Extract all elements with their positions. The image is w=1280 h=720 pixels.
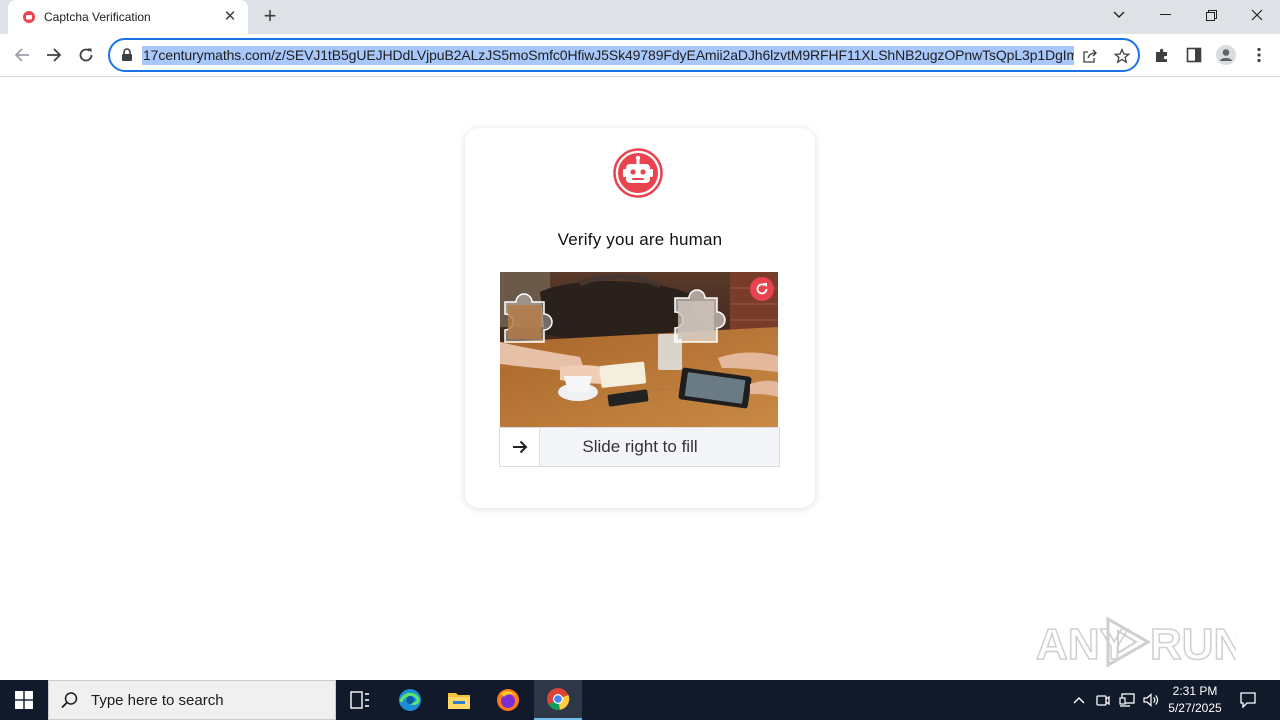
browser-toolbar: 17centurymaths.com/z/SEVJ1tB5gUEJHDdLVjp… <box>0 34 1280 77</box>
taskbar-clock[interactable]: 2:31 PM 5/27/2025 <box>1162 683 1228 717</box>
extensions-puzzle-icon[interactable] <box>1151 44 1173 66</box>
captcha-puzzle-image <box>500 272 778 427</box>
network-icon[interactable] <box>1116 680 1138 720</box>
tab-close-icon[interactable]: ✕ <box>222 9 238 25</box>
url-text[interactable]: 17centurymaths.com/z/SEVJ1tB5gUEJHDdLVjp… <box>142 46 1074 65</box>
notifications-icon[interactable] <box>1234 680 1262 720</box>
windows-start-icon[interactable] <box>0 680 48 720</box>
clock-date: 5/27/2025 <box>1168 701 1222 715</box>
minimize-button[interactable] <box>1142 0 1188 30</box>
forward-arrow-icon[interactable] <box>41 42 67 68</box>
taskbar-search-box[interactable]: Type here to search <box>48 680 336 720</box>
side-panel-icon[interactable] <box>1183 44 1205 66</box>
slider-label: Slide right to fill <box>582 437 698 456</box>
puzzle-target-slot <box>674 289 726 343</box>
anyrun-watermark-logo: ANY RUN <box>1035 607 1246 677</box>
chrome-icon[interactable] <box>534 680 582 720</box>
restore-button[interactable] <box>1188 0 1234 30</box>
tab-title: Captcha Verification <box>44 10 151 24</box>
task-view-icon[interactable] <box>336 680 384 720</box>
reload-icon[interactable] <box>73 42 99 68</box>
show-hidden-icons-chevron-icon[interactable] <box>1068 680 1090 720</box>
verify-title: Verify you are human <box>557 230 723 249</box>
file-explorer-icon[interactable] <box>435 680 483 720</box>
clock-time: 2:31 PM <box>1172 684 1218 698</box>
search-placeholder: Type here to search <box>91 691 224 709</box>
new-tab-button[interactable]: + <box>258 5 282 28</box>
search-icon <box>61 691 79 709</box>
back-arrow-icon[interactable] <box>9 42 35 68</box>
edge-browser-icon[interactable] <box>386 680 434 720</box>
tab-strip: Captcha Verification ✕ + <box>0 0 1280 34</box>
captcha-card: Verify you are human Slide right to fill <box>465 128 815 508</box>
windows-taskbar: Type here to search 2:31 PM 5/27/2025 <box>0 680 1280 720</box>
svg-text:RUN: RUN <box>1150 620 1236 669</box>
meet-now-icon[interactable] <box>1093 680 1113 720</box>
address-bar[interactable]: 17centurymaths.com/z/SEVJ1tB5gUEJHDdLVjp… <box>108 38 1140 72</box>
window-controls <box>1096 0 1280 30</box>
captcha-slider[interactable]: Slide right to fill <box>499 427 780 467</box>
tab-search-chevron-icon[interactable] <box>1096 0 1142 30</box>
refresh-captcha-icon[interactable] <box>750 277 774 301</box>
bookmark-star-icon[interactable] <box>1112 46 1132 66</box>
firefox-icon[interactable] <box>484 680 532 720</box>
profile-avatar-icon[interactable] <box>1215 44 1237 66</box>
arrow-right-icon <box>512 440 527 454</box>
web-page: Verify you are human Slide right to fill… <box>0 77 1280 680</box>
lock-icon[interactable] <box>121 48 135 62</box>
more-menu-icon[interactable] <box>1248 44 1270 66</box>
tab-captcha-verification[interactable]: Captcha Verification ✕ <box>8 0 248 34</box>
close-window-button[interactable] <box>1234 0 1280 30</box>
robot-icon <box>613 148 663 198</box>
slider-handle[interactable] <box>500 428 540 466</box>
robot-favicon-icon <box>22 10 36 24</box>
volume-icon[interactable] <box>1140 680 1162 720</box>
share-icon[interactable] <box>1080 46 1100 66</box>
